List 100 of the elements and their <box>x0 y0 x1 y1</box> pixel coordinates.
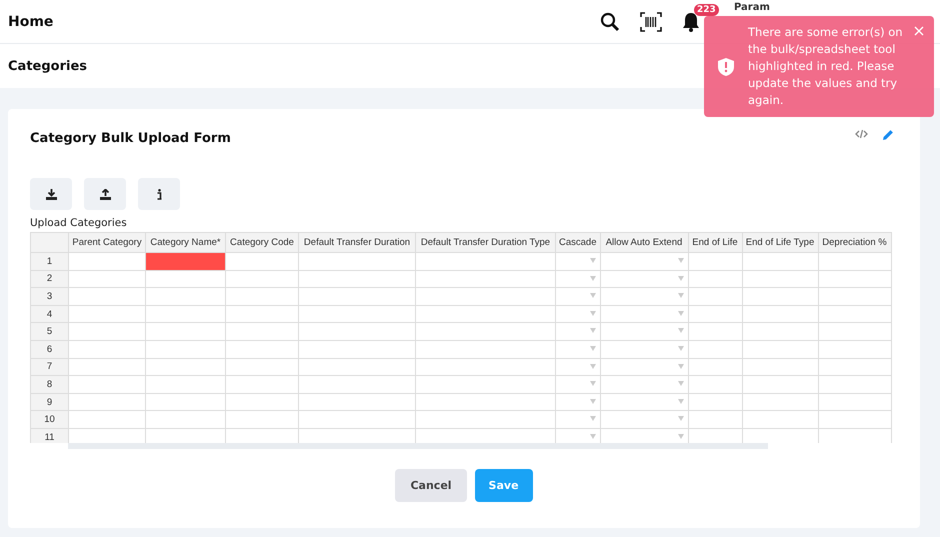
table-cell[interactable] <box>416 410 556 428</box>
table-cell[interactable] <box>298 340 416 358</box>
table-cell[interactable] <box>298 410 416 428</box>
table-cell[interactable] <box>556 358 600 376</box>
table-cell[interactable] <box>226 288 298 306</box>
table-cell[interactable] <box>146 428 226 443</box>
dropdown-caret-icon[interactable] <box>590 364 596 369</box>
dropdown-caret-icon[interactable] <box>590 381 596 386</box>
table-cell[interactable] <box>146 376 226 394</box>
table-cell[interactable] <box>600 252 688 270</box>
dropdown-caret-icon[interactable] <box>590 310 596 316</box>
dropdown-caret-icon[interactable] <box>590 416 596 422</box>
table-cell[interactable] <box>818 322 891 340</box>
table-cell[interactable] <box>226 270 298 288</box>
table-cell[interactable] <box>742 410 818 428</box>
table-cell[interactable] <box>742 270 818 288</box>
dropdown-caret-icon[interactable] <box>678 381 684 386</box>
table-cell[interactable] <box>688 340 742 358</box>
table-cell[interactable] <box>818 376 891 394</box>
table-cell[interactable] <box>688 428 742 443</box>
dropdown-caret-icon[interactable] <box>678 293 684 298</box>
table-cell[interactable] <box>146 288 226 306</box>
table-cell[interactable] <box>298 428 416 443</box>
table-cell[interactable] <box>600 376 688 394</box>
table-cell[interactable] <box>556 305 600 323</box>
table-cell[interactable] <box>600 358 688 376</box>
table-cell[interactable] <box>226 358 298 376</box>
table-cell[interactable] <box>226 305 298 323</box>
error-cell[interactable] <box>146 252 226 270</box>
table-cell[interactable] <box>226 376 298 394</box>
table-cell[interactable] <box>68 376 146 394</box>
table-cell[interactable] <box>742 358 818 376</box>
horizontal-scrollbar[interactable] <box>68 443 768 449</box>
cancel-button[interactable]: Cancel <box>395 469 467 502</box>
table-cell[interactable] <box>226 340 298 358</box>
table-cell[interactable] <box>298 305 416 323</box>
dropdown-caret-icon[interactable] <box>678 364 684 369</box>
table-cell[interactable] <box>600 410 688 428</box>
table-cell[interactable] <box>68 358 146 376</box>
table-cell[interactable] <box>298 358 416 376</box>
dropdown-caret-icon[interactable] <box>590 276 596 281</box>
table-cell[interactable] <box>600 428 688 443</box>
table-cell[interactable] <box>68 305 146 323</box>
table-cell[interactable] <box>556 322 600 340</box>
table-cell[interactable] <box>416 305 556 323</box>
table-cell[interactable] <box>688 270 742 288</box>
download-button[interactable] <box>30 178 72 210</box>
table-cell[interactable] <box>226 393 298 411</box>
table-cell[interactable] <box>688 376 742 394</box>
table-cell[interactable] <box>818 340 891 358</box>
table-cell[interactable] <box>742 322 818 340</box>
dropdown-caret-icon[interactable] <box>590 346 596 351</box>
table-cell[interactable] <box>146 270 226 288</box>
table-cell[interactable] <box>742 252 818 270</box>
table-cell[interactable] <box>742 288 818 306</box>
search-icon[interactable] <box>600 12 620 32</box>
table-cell[interactable] <box>146 305 226 323</box>
dropdown-caret-icon[interactable] <box>678 416 684 422</box>
table-cell[interactable] <box>416 393 556 411</box>
table-cell[interactable] <box>226 322 298 340</box>
code-icon[interactable] <box>855 129 868 141</box>
table-cell[interactable] <box>600 393 688 411</box>
table-cell[interactable] <box>818 393 891 411</box>
table-cell[interactable] <box>556 376 600 394</box>
close-icon[interactable] <box>914 26 924 36</box>
table-cell[interactable] <box>416 428 556 443</box>
table-cell[interactable] <box>556 410 600 428</box>
bell-icon[interactable] <box>682 12 700 32</box>
upload-button[interactable] <box>84 178 126 210</box>
table-cell[interactable] <box>298 393 416 411</box>
table-cell[interactable] <box>600 288 688 306</box>
table-cell[interactable] <box>416 288 556 306</box>
dropdown-caret-icon[interactable] <box>678 310 684 316</box>
table-cell[interactable] <box>556 340 600 358</box>
table-cell[interactable] <box>688 358 742 376</box>
table-cell[interactable] <box>688 393 742 411</box>
table-cell[interactable] <box>226 428 298 443</box>
table-cell[interactable] <box>226 410 298 428</box>
table-cell[interactable] <box>742 428 818 443</box>
table-cell[interactable] <box>818 305 891 323</box>
table-cell[interactable] <box>556 270 600 288</box>
table-cell[interactable] <box>556 288 600 306</box>
table-cell[interactable] <box>68 270 146 288</box>
table-cell[interactable] <box>742 340 818 358</box>
dropdown-caret-icon[interactable] <box>590 293 596 298</box>
table-cell[interactable] <box>556 393 600 411</box>
table-cell[interactable] <box>818 270 891 288</box>
table-cell[interactable] <box>818 410 891 428</box>
table-cell[interactable] <box>688 288 742 306</box>
table-cell[interactable] <box>298 288 416 306</box>
dropdown-caret-icon[interactable] <box>678 398 684 404</box>
dropdown-caret-icon[interactable] <box>678 346 684 351</box>
table-cell[interactable] <box>416 270 556 288</box>
table-cell[interactable] <box>600 340 688 358</box>
table-cell[interactable] <box>68 410 146 428</box>
table-cell[interactable] <box>68 288 146 306</box>
table-cell[interactable] <box>68 322 146 340</box>
table-cell[interactable] <box>688 322 742 340</box>
table-cell[interactable] <box>146 410 226 428</box>
table-cell[interactable] <box>600 270 688 288</box>
